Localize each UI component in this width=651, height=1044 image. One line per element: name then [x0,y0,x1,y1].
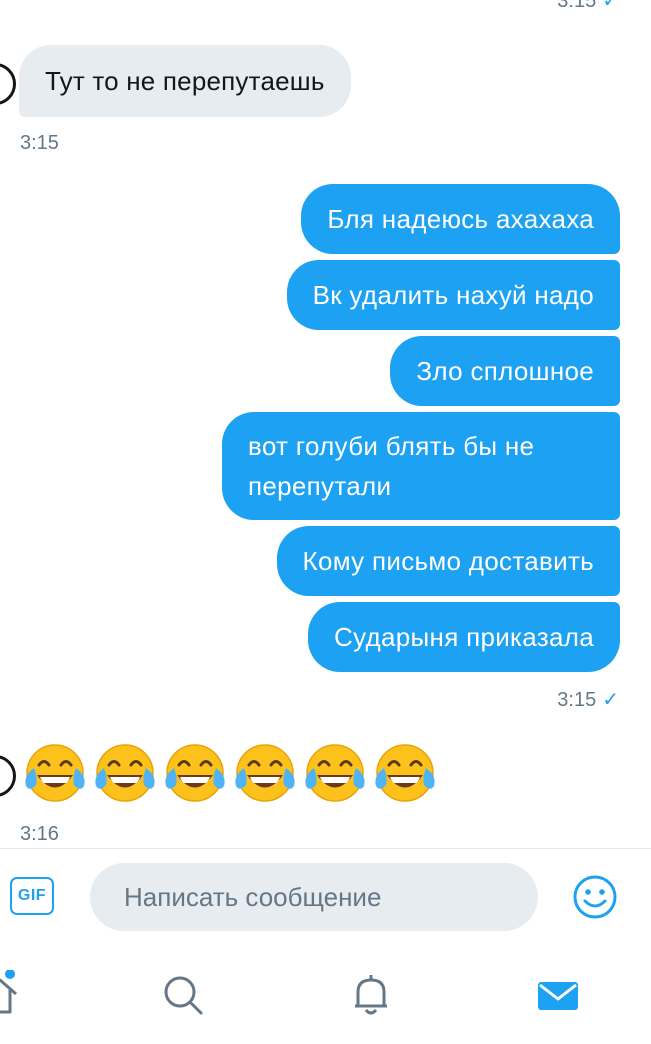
tab-search[interactable] [158,970,208,1020]
tears-of-joy-emoji [25,744,85,802]
outgoing-message[interactable]: Бля надеюсь ахахаха [301,184,620,254]
read-check-icon: ✓ [602,689,619,711]
message-text: Кому письмо доставить [302,545,594,576]
notification-dot [5,969,15,979]
smiley-icon [573,875,617,919]
outgoing-message[interactable]: Зло сплошное [390,336,620,406]
outgoing-message[interactable]: Сударыня приказала [308,602,620,672]
tab-notifications[interactable] [346,970,396,1020]
incoming-emoji-message[interactable] [20,738,440,808]
incoming-message[interactable]: Тут то не перепутаешь [19,45,351,117]
gif-button[interactable]: GIF [10,877,54,915]
sender-avatar[interactable] [0,755,16,797]
message-text: Тут то не перепутаешь [45,65,325,96]
message-text: Вк удалить нахуй надо [312,279,594,310]
tab-home[interactable] [0,969,30,1020]
messages-icon [538,982,578,1010]
tears-of-joy-emoji [95,744,155,802]
tears-of-joy-emoji [305,744,365,802]
tears-of-joy-emoji [375,744,435,802]
read-check-icon: ✓ [602,0,619,12]
incoming-timestamp: 3:15 [20,132,59,154]
home-icon [0,969,17,1014]
message-text: Сударыня приказала [334,621,594,652]
incoming-timestamp: 3:16 [20,823,59,845]
message-input[interactable] [90,863,538,931]
top-timestamp: 3:15 ✓ [557,0,619,13]
outgoing-timestamp: 3:15 ✓ [557,689,619,711]
message-text: Бля надеюсь ахахаха [327,203,594,234]
search-icon [164,976,203,1015]
message-text: Зло сплошное [416,355,594,386]
notifications-icon [355,975,387,1015]
tears-of-joy-emoji [235,744,295,802]
sender-avatar[interactable] [0,63,16,105]
message-text-line: перепутали [248,471,392,501]
tab-messages[interactable] [533,970,583,1020]
message-text-line: вот голуби блять бы не [248,431,535,461]
outgoing-message[interactable]: Вк удалить нахуй надо [286,260,620,330]
outgoing-message[interactable]: вот голуби блять бы не перепутали [222,412,620,520]
emoji-picker-button[interactable] [572,874,618,920]
composer-divider [0,848,651,849]
outgoing-message[interactable]: Кому письмо доставить [276,526,620,596]
tears-of-joy-emoji [165,744,225,802]
gif-label: GIF [17,887,47,904]
